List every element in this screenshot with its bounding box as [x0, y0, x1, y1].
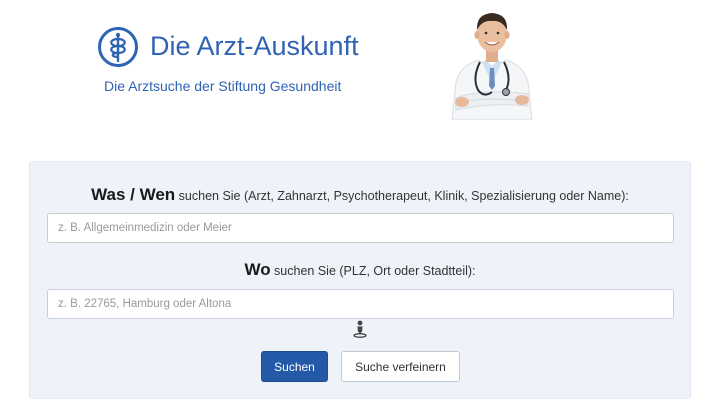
- site-subtitle: Die Arztsuche der Stiftung Gesundheit: [104, 78, 342, 94]
- site-header: Die Arzt-Auskunft Die Arztsuche der Stif…: [0, 0, 708, 150]
- where-label-strong: Wo: [244, 260, 271, 279]
- locate-person-icon[interactable]: [352, 320, 368, 338]
- site-title: Die Arzt-Auskunft: [150, 31, 359, 61]
- refine-search-button[interactable]: Suche verfeinern: [341, 351, 460, 382]
- what-search-input[interactable]: [47, 213, 674, 243]
- doctor-photo: [451, 13, 533, 120]
- search-button[interactable]: Suchen: [261, 351, 328, 382]
- caduceus-logo-icon: [98, 27, 138, 67]
- where-label-hint: suchen Sie (PLZ, Ort oder Stadtteil):: [270, 264, 476, 278]
- what-label: Was / Wen suchen Sie (Arzt, Zahnarzt, Ps…: [30, 185, 690, 205]
- where-search-input[interactable]: [47, 289, 674, 319]
- search-panel: Was / Wen suchen Sie (Arzt, Zahnarzt, Ps…: [29, 161, 691, 399]
- what-label-hint: suchen Sie (Arzt, Zahnarzt, Psychotherap…: [175, 189, 629, 203]
- where-label: Wo suchen Sie (PLZ, Ort oder Stadtteil):: [30, 260, 690, 280]
- what-label-strong: Was / Wen: [91, 185, 176, 204]
